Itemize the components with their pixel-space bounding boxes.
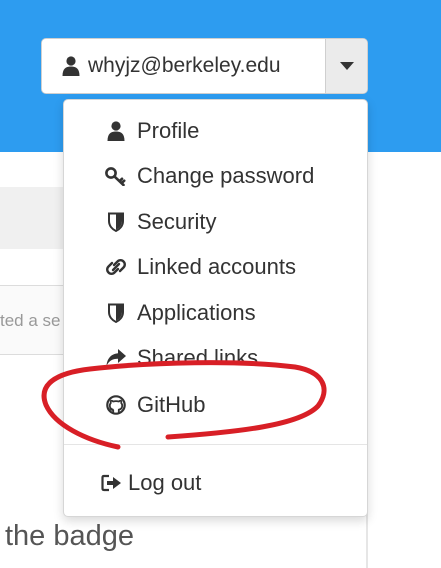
key-icon bbox=[104, 166, 128, 186]
menu-item-label: Security bbox=[137, 209, 217, 234]
menu-item-github[interactable]: GitHub bbox=[64, 385, 367, 425]
menu-item-label: Applications bbox=[137, 300, 256, 325]
user-icon bbox=[62, 56, 80, 76]
menu-item-label: GitHub bbox=[137, 392, 206, 417]
menu-item-label: Change password bbox=[137, 163, 315, 188]
share-icon bbox=[104, 348, 128, 368]
shield-icon bbox=[104, 303, 128, 323]
menu-item-label: Profile bbox=[137, 118, 200, 143]
account-button[interactable]: whyjz@berkeley.edu bbox=[42, 39, 326, 93]
menu-item-change-password[interactable]: Change password bbox=[64, 156, 367, 196]
background-input-text: ted a se bbox=[0, 311, 61, 330]
menu-item-security[interactable]: Security bbox=[64, 202, 367, 242]
account-dropdown-menu: Profile Change password Security Linked … bbox=[63, 99, 368, 517]
caret-down-icon bbox=[339, 57, 354, 75]
link-icon bbox=[104, 257, 128, 277]
menu-item-profile[interactable]: Profile bbox=[64, 111, 367, 151]
menu-item-label: Shared links bbox=[137, 345, 259, 370]
account-dropdown-toggle[interactable] bbox=[326, 39, 367, 93]
menu-item-log-out[interactable]: Log out bbox=[64, 463, 367, 503]
menu-item-label: Linked accounts bbox=[137, 254, 296, 279]
menu-divider bbox=[64, 444, 367, 445]
user-icon bbox=[104, 121, 128, 141]
github-icon bbox=[104, 395, 128, 415]
menu-item-label: Log out bbox=[128, 470, 202, 495]
menu-item-linked-accounts[interactable]: Linked accounts bbox=[64, 247, 367, 287]
menu-item-applications[interactable]: Applications bbox=[64, 293, 367, 333]
shield-icon bbox=[104, 212, 128, 232]
menu-item-shared-links[interactable]: Shared links bbox=[64, 338, 367, 378]
sign-out-icon bbox=[100, 474, 124, 492]
background-heading: the badge bbox=[5, 520, 135, 552]
account-email: whyjz@berkeley.edu bbox=[88, 54, 281, 77]
account-menu-toggle-group: whyjz@berkeley.edu bbox=[41, 38, 368, 94]
